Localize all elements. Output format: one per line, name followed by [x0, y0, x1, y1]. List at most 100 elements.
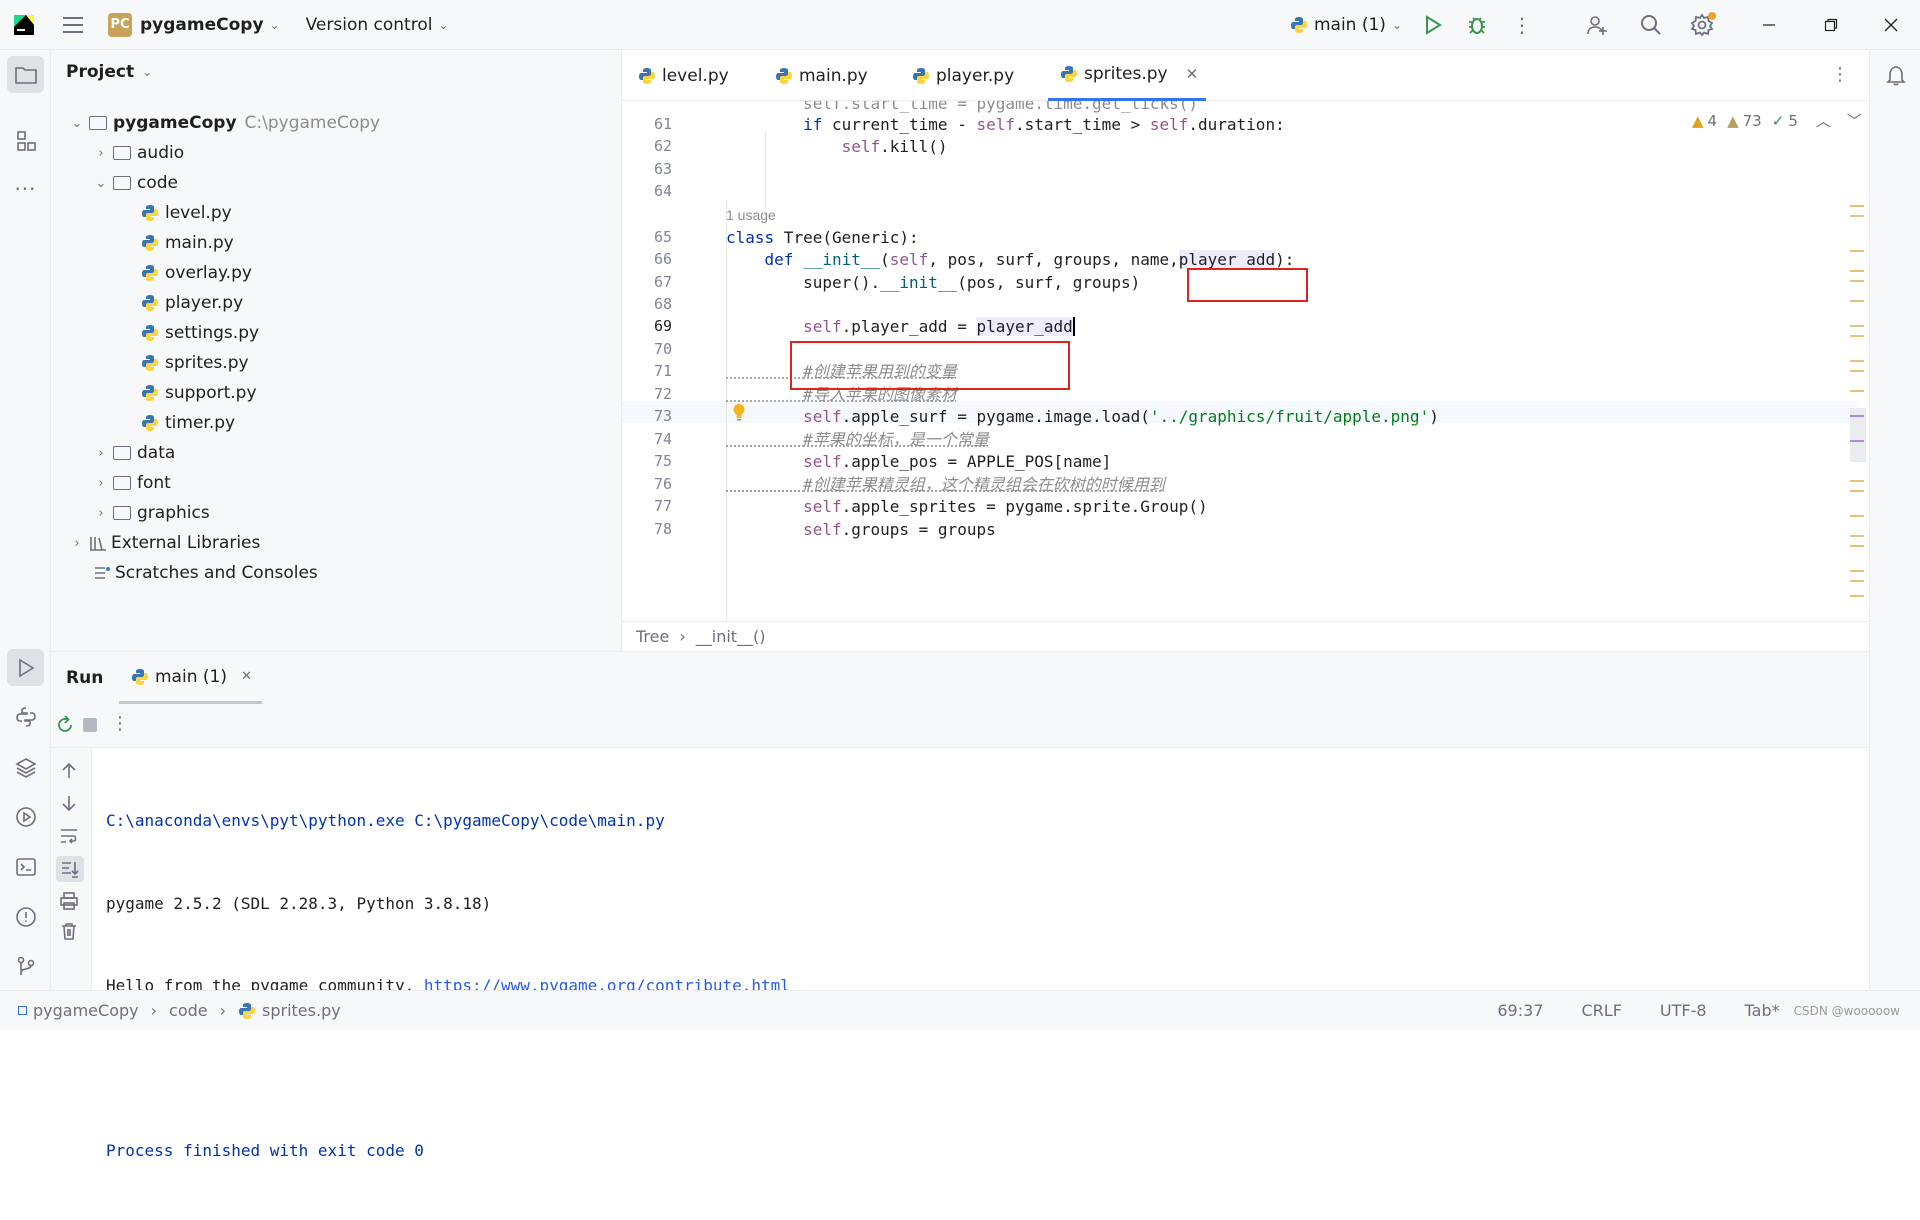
restore-button[interactable] — [1800, 0, 1862, 50]
tree-root-pygamecopy[interactable]: ⌄ pygameCopy C:\pygameCopy — [69, 108, 381, 138]
error-stripe — [1850, 150, 1866, 620]
line-number: 72 — [653, 385, 672, 403]
trash-icon[interactable] — [60, 922, 78, 945]
console-command-line: C:\anaconda\envs\pyt\python.exe C:\pygam… — [106, 811, 665, 830]
tree-label: External Libraries — [111, 533, 261, 553]
tree-file-player-py[interactable]: player.py — [141, 288, 243, 318]
tree-folder-audio[interactable]: › audio — [93, 138, 184, 168]
tree-file-main-py[interactable]: main.py — [141, 228, 234, 258]
tab-label: player.py — [936, 65, 1015, 86]
stop-icon[interactable] — [83, 718, 97, 732]
status-crumb-file[interactable]: sprites.py — [262, 1001, 341, 1020]
caret-position[interactable]: 69:37 — [1497, 1001, 1543, 1020]
library-icon — [90, 537, 106, 551]
close-tab-icon[interactable]: ✕ — [241, 669, 252, 684]
code-with-me-icon[interactable] — [1546, 0, 1626, 50]
project-panel-title: Project — [66, 62, 135, 82]
tab-level-py[interactable]: level.py — [638, 50, 729, 101]
tree-file-sprites-py[interactable]: sprites.py — [141, 348, 249, 378]
python-file-icon — [639, 67, 655, 84]
services-tool-button[interactable] — [7, 798, 44, 835]
line-separator[interactable]: CRLF — [1581, 1001, 1621, 1020]
tab-player-py[interactable]: player.py — [912, 50, 1014, 101]
arrow-down-icon[interactable] — [61, 794, 77, 817]
run-tool-button[interactable] — [7, 649, 44, 686]
folder-icon — [14, 66, 37, 84]
run-tab-main[interactable]: main (1) ✕ — [119, 652, 262, 704]
console-output[interactable]: C:\anaconda\envs\pyt\python.exe C:\pygam… — [106, 752, 1806, 1220]
bell-icon — [1885, 65, 1906, 85]
folder-icon — [113, 476, 131, 490]
module-icon — [18, 1006, 27, 1015]
close-window-button[interactable] — [1862, 0, 1920, 50]
tree-label: player.py — [165, 293, 244, 313]
tree-external-libraries[interactable]: › External Libraries — [69, 528, 260, 558]
tree-folder-code[interactable]: ⌄ code — [93, 168, 178, 198]
layers-tool-button[interactable] — [7, 748, 44, 785]
debug-button[interactable] — [1456, 0, 1498, 50]
indent-setting[interactable]: Tab* — [1745, 1001, 1780, 1020]
tree-file-timer-py[interactable]: timer.py — [141, 408, 235, 438]
notifications-button[interactable] — [1877, 56, 1914, 93]
tab-sprites-py[interactable]: sprites.py ✕ — [1048, 50, 1207, 101]
problems-tool-button[interactable] — [7, 898, 44, 935]
folder-icon — [113, 176, 131, 190]
file-encoding[interactable]: UTF-8 — [1660, 1001, 1707, 1020]
scroll-to-end-icon[interactable] — [56, 856, 84, 882]
rerun-icon[interactable] — [55, 715, 75, 740]
tree-file-settings-py[interactable]: settings.py — [141, 318, 259, 348]
breadcrumb-class[interactable]: Tree — [636, 627, 669, 646]
run-config-selector[interactable]: main (1) ⌄ — [1282, 0, 1410, 50]
chevron-right-icon: › — [98, 505, 104, 521]
structure-tool-button[interactable] — [7, 122, 44, 159]
soft-wrap-icon[interactable] — [60, 828, 78, 849]
line-number: 67 — [653, 273, 672, 291]
tab-label: main.py — [799, 65, 868, 86]
print-icon[interactable] — [60, 892, 78, 915]
git-tool-button[interactable] — [7, 947, 44, 984]
tree-folder-font[interactable]: › font — [93, 468, 170, 498]
run-toolbar: ⋮ — [51, 704, 1869, 748]
tab-main-py[interactable]: main.py — [775, 50, 868, 101]
tree-file-level-py[interactable]: level.py — [141, 198, 232, 228]
settings-gear-icon[interactable] — [1676, 0, 1728, 50]
chevron-right-icon: › — [74, 535, 80, 551]
terminal-tool-button[interactable] — [7, 848, 44, 885]
breadcrumb-method[interactable]: __init__() — [696, 627, 766, 646]
pycharm-logo-icon[interactable] — [0, 0, 46, 50]
vcs-label: Version control — [305, 14, 433, 35]
folder-icon — [89, 116, 107, 130]
minimize-button[interactable] — [1728, 0, 1800, 50]
run-button[interactable] — [1410, 0, 1456, 50]
python-console-button[interactable] — [7, 698, 44, 735]
search-icon[interactable] — [1626, 0, 1676, 50]
tab-options-icon[interactable]: ⋮ — [1831, 64, 1849, 85]
more-actions-icon[interactable]: ⋮ — [1498, 0, 1546, 50]
tree-folder-graphics[interactable]: › graphics — [93, 498, 209, 528]
tree-file-support-py[interactable]: support.py — [141, 378, 257, 408]
more-options-icon[interactable]: ⋮ — [111, 713, 129, 734]
version-control-menu[interactable]: Version control ⌄ — [298, 0, 457, 50]
tree-file-overlay-py[interactable]: overlay.py — [141, 258, 252, 288]
more-tools-icon[interactable]: ··· — [7, 170, 44, 207]
close-tab-icon[interactable]: ✕ — [1186, 65, 1199, 83]
project-panel-header[interactable]: Project ⌄ — [66, 62, 152, 82]
tree-folder-data[interactable]: › data — [93, 438, 175, 468]
usage-hint[interactable]: 1 usage — [726, 204, 776, 226]
python-file-icon — [142, 355, 158, 371]
arrow-up-icon[interactable] — [61, 762, 77, 785]
main-menu-button[interactable] — [46, 0, 100, 50]
chevron-down-icon[interactable]: ﹀ — [1847, 110, 1862, 131]
project-tool-button[interactable] — [7, 56, 44, 93]
breadcrumb-separator: › — [150, 1001, 158, 1020]
layers-icon — [14, 757, 37, 778]
status-crumb-project[interactable]: pygameCopy — [33, 1001, 139, 1020]
chevron-right-icon: › — [98, 445, 104, 461]
tree-root-path: C:\pygameCopy — [244, 113, 381, 133]
run-icon — [18, 658, 35, 677]
code-line-partial: self.start_time = pygame.time.get_ticks(… — [726, 101, 1199, 113]
project-switcher[interactable]: PC pygameCopy ⌄ — [100, 0, 288, 50]
tree-scratches[interactable]: Scratches and Consoles — [93, 558, 318, 588]
status-crumb-folder[interactable]: code — [169, 1001, 208, 1020]
line-number: 62 — [653, 137, 672, 155]
